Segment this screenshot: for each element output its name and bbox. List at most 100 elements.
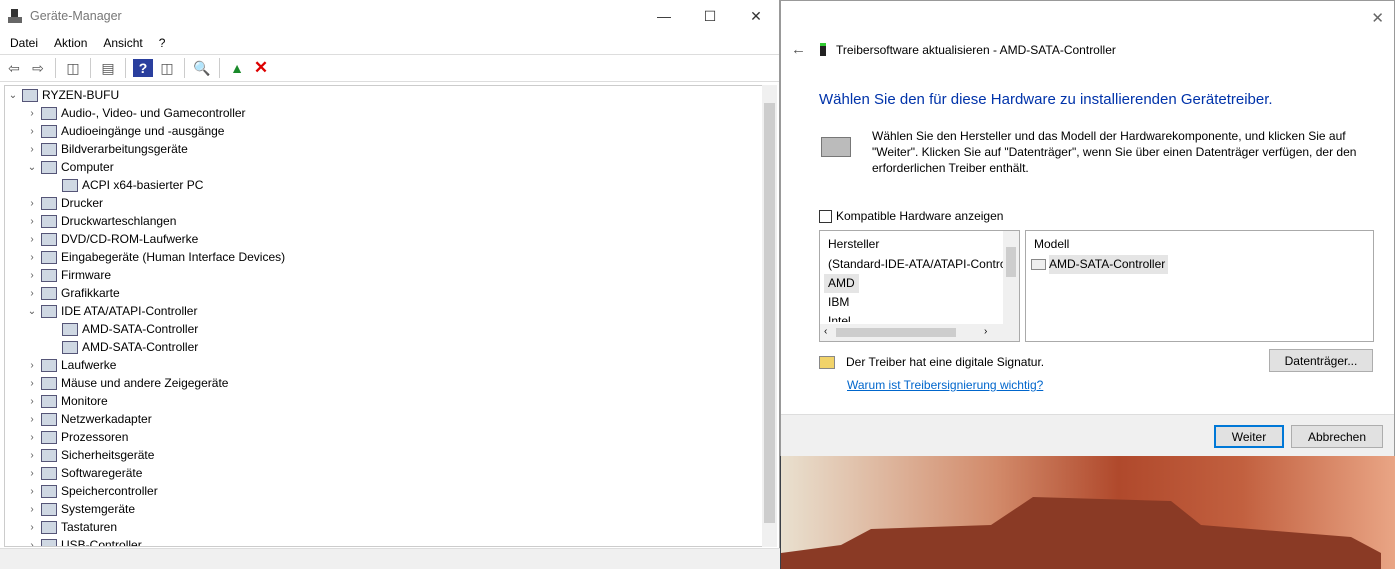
- chevron-right-icon[interactable]: ›: [25, 108, 39, 119]
- tree-item[interactable]: › Mäuse und andere Zeigegeräte: [5, 374, 762, 392]
- compatible-hardware-checkbox[interactable]: Kompatible Hardware anzeigen: [819, 209, 1003, 223]
- device-category-icon: [62, 340, 78, 354]
- tree-item[interactable]: ⌄ Computer: [5, 158, 762, 176]
- chevron-down-icon[interactable]: ⌄: [6, 90, 20, 101]
- tree-item[interactable]: › Systemgeräte: [5, 500, 762, 518]
- chevron-right-icon[interactable]: ›: [25, 234, 39, 245]
- manufacturer-hscrollbar[interactable]: ‹ ›: [820, 324, 1019, 341]
- model-item-selected[interactable]: AMD-SATA-Controller: [1026, 255, 1373, 274]
- tree-item[interactable]: › Sicherheitsgeräte: [5, 446, 762, 464]
- title-bar: Geräte-Manager — ☐ ✕: [0, 0, 779, 32]
- chevron-down-icon[interactable]: ⌄: [25, 306, 39, 317]
- chevron-right-icon[interactable]: ›: [25, 450, 39, 461]
- tree-scrollbar[interactable]: [762, 85, 777, 547]
- chevron-right-icon[interactable]: ›: [25, 486, 39, 497]
- tree-item-label: Druckwarteschlangen: [61, 214, 177, 228]
- chevron-right-icon[interactable]: ›: [25, 198, 39, 209]
- chevron-right-icon[interactable]: ›: [25, 144, 39, 155]
- tree-item[interactable]: › Prozessoren: [5, 428, 762, 446]
- cancel-button[interactable]: Abbrechen: [1291, 425, 1383, 448]
- back-arrow-icon[interactable]: ←: [791, 41, 806, 58]
- tree-item-label: Speichercontroller: [61, 484, 158, 498]
- chevron-right-icon[interactable]: ›: [25, 432, 39, 443]
- scrollbar-thumb[interactable]: [764, 103, 775, 523]
- tree-item[interactable]: › USB-Controller: [5, 536, 762, 547]
- tree-item[interactable]: › Laufwerke: [5, 356, 762, 374]
- menu-aktion[interactable]: Aktion: [46, 36, 95, 50]
- tree-item[interactable]: ⌄ RYZEN-BUFU: [5, 86, 762, 104]
- tree-item[interactable]: › Firmware: [5, 266, 762, 284]
- chevron-right-icon[interactable]: ›: [25, 270, 39, 281]
- tree-item[interactable]: › Netzwerkadapter: [5, 410, 762, 428]
- dialog-close-button[interactable]: ✕: [1371, 9, 1384, 27]
- chevron-right-icon[interactable]: ›: [25, 252, 39, 263]
- device-category-icon: [62, 178, 78, 192]
- manufacturer-item[interactable]: Intel: [820, 312, 1019, 322]
- chevron-down-icon[interactable]: ⌄: [25, 162, 39, 173]
- tree-item[interactable]: ACPI x64-basierter PC: [5, 176, 762, 194]
- tree-item[interactable]: AMD-SATA-Controller: [5, 320, 762, 338]
- manufacturer-list[interactable]: Hersteller (Standard-IDE-ATA/ATAPI-Contr…: [819, 230, 1020, 342]
- tree-item[interactable]: AMD-SATA-Controller: [5, 338, 762, 356]
- uninstall-icon[interactable]: ✕: [251, 58, 271, 77]
- forward-icon[interactable]: ⇨: [28, 59, 48, 77]
- manufacturer-vscrollbar[interactable]: [1003, 231, 1019, 325]
- tree-item[interactable]: › Bildverarbeitungsgeräte: [5, 140, 762, 158]
- chevron-right-icon[interactable]: ›: [25, 540, 39, 547]
- tree-item[interactable]: › Audio-, Video- und Gamecontroller: [5, 104, 762, 122]
- tree-item-label: Audio-, Video- und Gamecontroller: [61, 106, 246, 120]
- chevron-right-icon[interactable]: ›: [25, 360, 39, 371]
- back-icon[interactable]: ⇦: [4, 59, 24, 77]
- next-button[interactable]: Weiter: [1214, 425, 1284, 448]
- properties-icon[interactable]: ▤: [98, 59, 118, 77]
- device-category-icon: [41, 520, 57, 534]
- chevron-right-icon[interactable]: ›: [25, 126, 39, 137]
- menu-help[interactable]: ?: [151, 36, 174, 50]
- chevron-right-icon[interactable]: ›: [25, 378, 39, 389]
- tree-item[interactable]: › DVD/CD-ROM-Laufwerke: [5, 230, 762, 248]
- have-disk-button[interactable]: Datenträger...: [1269, 349, 1373, 372]
- hardware-icon: [821, 137, 851, 157]
- tree-item[interactable]: › Speichercontroller: [5, 482, 762, 500]
- chevron-right-icon[interactable]: ›: [25, 288, 39, 299]
- manufacturer-item[interactable]: IBM: [820, 293, 1019, 312]
- manufacturer-item[interactable]: (Standard-IDE-ATA/ATAPI-Controller): [820, 255, 1019, 274]
- tree-item-label: Eingabegeräte (Human Interface Devices): [61, 250, 286, 264]
- tree-item[interactable]: › Monitore: [5, 392, 762, 410]
- tree-item-label: Computer: [61, 160, 114, 174]
- tree-item-label: Prozessoren: [61, 430, 129, 444]
- tree-item[interactable]: › Tastaturen: [5, 518, 762, 536]
- tree-item[interactable]: › Softwaregeräte: [5, 464, 762, 482]
- show-action-pane-icon[interactable]: ◫: [157, 59, 177, 77]
- close-button[interactable]: ✕: [733, 0, 779, 32]
- chevron-right-icon[interactable]: ›: [25, 522, 39, 533]
- device-manager-window: Geräte-Manager — ☐ ✕ Datei Aktion Ansich…: [0, 0, 780, 569]
- checkbox-box[interactable]: [819, 209, 832, 223]
- model-list[interactable]: Modell AMD-SATA-Controller: [1025, 230, 1374, 342]
- tree-item[interactable]: › Drucker: [5, 194, 762, 212]
- chevron-right-icon[interactable]: ›: [25, 468, 39, 479]
- chevron-right-icon[interactable]: ›: [25, 216, 39, 227]
- chevron-right-icon[interactable]: ›: [25, 414, 39, 425]
- chevron-right-icon[interactable]: ›: [25, 396, 39, 407]
- signature-info-link[interactable]: Warum ist Treibersignierung wichtig?: [847, 378, 1043, 392]
- tree-item[interactable]: › Eingabegeräte (Human Interface Devices): [5, 248, 762, 266]
- tree-item-label: Netzwerkadapter: [61, 412, 152, 426]
- show-hide-console-tree-icon[interactable]: ◫: [63, 59, 83, 77]
- tree-item-label: Drucker: [61, 196, 104, 210]
- menu-datei[interactable]: Datei: [2, 36, 46, 50]
- tree-item[interactable]: › Grafikkarte: [5, 284, 762, 302]
- maximize-button[interactable]: ☐: [687, 0, 733, 32]
- tree-item[interactable]: › Druckwarteschlangen: [5, 212, 762, 230]
- model-header: Modell: [1034, 237, 1070, 251]
- chevron-right-icon[interactable]: ›: [25, 504, 39, 515]
- tree-item[interactable]: ⌄ IDE ATA/ATAPI-Controller: [5, 302, 762, 320]
- update-driver-icon[interactable]: ▲: [227, 59, 247, 77]
- manufacturer-item-selected[interactable]: AMD: [820, 274, 1019, 293]
- help-icon[interactable]: ?: [133, 59, 153, 77]
- tree-item[interactable]: › Audioeingänge und -ausgänge: [5, 122, 762, 140]
- menu-ansicht[interactable]: Ansicht: [95, 36, 150, 50]
- minimize-button[interactable]: —: [641, 0, 687, 32]
- menu-bar: Datei Aktion Ansicht ?: [0, 32, 779, 54]
- scan-hardware-icon[interactable]: 🔍: [192, 59, 212, 77]
